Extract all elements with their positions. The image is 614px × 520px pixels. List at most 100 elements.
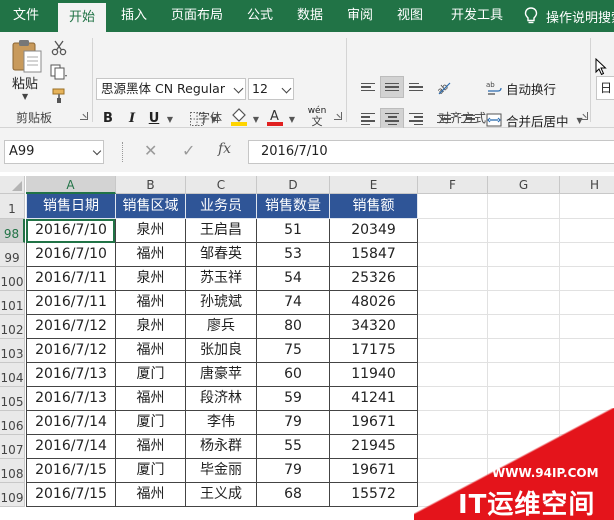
align-top-button[interactable] (356, 76, 380, 98)
table-cell[interactable]: 75 (257, 339, 330, 363)
row-header-98[interactable]: 98 (0, 219, 25, 243)
formula-input[interactable]: 2016/7/10 (248, 140, 614, 164)
table-cell[interactable]: 2016/7/11 (26, 267, 116, 291)
font-color-icon[interactable]: A (264, 106, 286, 126)
insert-function-icon[interactable]: fx (218, 141, 231, 157)
table-cell[interactable]: 68 (257, 483, 330, 507)
column-header-h[interactable]: H (560, 176, 614, 194)
table-header-cell[interactable]: 销售额 (330, 194, 418, 219)
table-cell[interactable]: 泉州 (116, 219, 186, 243)
table-cell[interactable]: 福州 (116, 339, 186, 363)
table-cell[interactable]: 福州 (116, 243, 186, 267)
table-cell[interactable]: 苏玉祥 (186, 267, 257, 291)
font-size-select[interactable]: 12 (248, 78, 294, 100)
copy-icon[interactable] (48, 62, 70, 82)
align-left-button[interactable] (356, 108, 380, 130)
align-middle-button[interactable] (380, 76, 404, 98)
table-cell[interactable]: 王启昌 (186, 219, 257, 243)
table-cell[interactable]: 王义成 (186, 483, 257, 507)
tell-me-search[interactable]: 操作说明搜索 (524, 0, 614, 32)
table-cell[interactable]: 2016/7/12 (26, 339, 116, 363)
table-cell[interactable]: 2016/7/11 (26, 291, 116, 315)
table-cell[interactable]: 福州 (116, 483, 186, 507)
select-all-button[interactable] (0, 176, 25, 194)
format-painter-icon[interactable] (48, 86, 70, 106)
phonetic-icon[interactable]: wén 文 (304, 106, 330, 127)
clipboard-dialog-launcher[interactable] (80, 112, 88, 120)
orientation-icon[interactable]: ab (432, 76, 456, 98)
table-cell[interactable]: 泉州 (116, 267, 186, 291)
table-cell[interactable]: 张加良 (186, 339, 257, 363)
table-header-cell[interactable]: 销售区域 (116, 194, 186, 219)
tab-formulas[interactable]: 公式 (238, 0, 282, 32)
table-cell[interactable]: 2016/7/13 (26, 363, 116, 387)
table-cell[interactable]: 74 (257, 291, 330, 315)
table-cell[interactable]: 17175 (330, 339, 418, 363)
tab-file[interactable]: 文件 (4, 0, 48, 32)
tab-view[interactable]: 视图 (388, 0, 432, 32)
table-cell[interactable]: 15847 (330, 243, 418, 267)
table-cell[interactable]: 59 (257, 387, 330, 411)
column-header-b[interactable]: B (116, 176, 186, 194)
row-header-103[interactable]: 103 (0, 339, 25, 363)
table-cell[interactable]: 福州 (116, 387, 186, 411)
table-cell[interactable]: 53 (257, 243, 330, 267)
fill-color-icon[interactable] (228, 106, 250, 126)
number-format-select[interactable]: 日 (596, 76, 614, 100)
enter-icon[interactable]: ✓ (182, 141, 195, 160)
table-cell[interactable]: 79 (257, 411, 330, 435)
column-header-f[interactable]: F (418, 176, 488, 194)
tab-home[interactable]: 开始 (58, 3, 106, 32)
column-header-e[interactable]: E (330, 176, 418, 194)
table-cell[interactable]: 厦门 (116, 363, 186, 387)
table-cell[interactable]: 厦门 (116, 411, 186, 435)
row-header-102[interactable]: 102 (0, 315, 25, 339)
row-header-99[interactable]: 99 (0, 243, 25, 267)
column-header-c[interactable]: C (186, 176, 257, 194)
formula-bar-splitter[interactable] (122, 142, 124, 162)
table-cell[interactable]: 11940 (330, 363, 418, 387)
table-cell[interactable]: 福州 (116, 291, 186, 315)
table-cell[interactable]: 2016/7/13 (26, 387, 116, 411)
underline-button[interactable]: U (146, 108, 162, 130)
table-cell[interactable]: 杨永群 (186, 435, 257, 459)
column-header-d[interactable]: D (257, 176, 330, 194)
tab-insert[interactable]: 插入 (112, 0, 156, 32)
font-color-dropdown-icon[interactable]: ▼ (286, 109, 298, 129)
table-header-cell[interactable]: 销售数量 (257, 194, 330, 219)
table-cell[interactable]: 41241 (330, 387, 418, 411)
table-cell[interactable]: 泉州 (116, 315, 186, 339)
column-header-g[interactable]: G (488, 176, 560, 194)
table-cell[interactable]: 2016/7/10 (26, 219, 116, 243)
row-header-105[interactable]: 105 (0, 387, 25, 411)
table-cell[interactable]: 李伟 (186, 411, 257, 435)
table-cell[interactable]: 2016/7/12 (26, 315, 116, 339)
table-cell[interactable]: 54 (257, 267, 330, 291)
wrap-text-button[interactable]: ab 自动换行 (486, 76, 556, 100)
bold-button[interactable]: B (100, 108, 116, 130)
font-dialog-launcher[interactable] (334, 112, 342, 120)
table-cell[interactable]: 60 (257, 363, 330, 387)
table-cell[interactable]: 25326 (330, 267, 418, 291)
table-cell[interactable]: 2016/7/10 (26, 243, 116, 267)
column-header-a[interactable]: A (26, 176, 116, 194)
table-cell[interactable]: 厦门 (116, 459, 186, 483)
table-cell[interactable]: 廖兵 (186, 315, 257, 339)
cut-icon[interactable] (48, 38, 70, 58)
paste-dropdown-icon[interactable]: ▼ (22, 92, 28, 101)
tab-data[interactable]: 数据 (288, 0, 332, 32)
align-right-button[interactable] (404, 108, 428, 130)
row-header-100[interactable]: 100 (0, 267, 25, 291)
table-cell[interactable]: 唐豪苹 (186, 363, 257, 387)
table-cell[interactable]: 15572 (330, 483, 418, 507)
table-cell[interactable]: 34320 (330, 315, 418, 339)
table-cell[interactable]: 毕金丽 (186, 459, 257, 483)
italic-button[interactable]: I (124, 108, 140, 130)
table-cell[interactable]: 福州 (116, 435, 186, 459)
table-cell[interactable]: 2016/7/14 (26, 411, 116, 435)
fill-color-dropdown-icon[interactable]: ▼ (250, 109, 262, 129)
table-cell[interactable]: 2016/7/14 (26, 435, 116, 459)
table-cell[interactable]: 2016/7/15 (26, 459, 116, 483)
row-header-107[interactable]: 107 (0, 435, 25, 459)
table-cell[interactable]: 段济林 (186, 387, 257, 411)
